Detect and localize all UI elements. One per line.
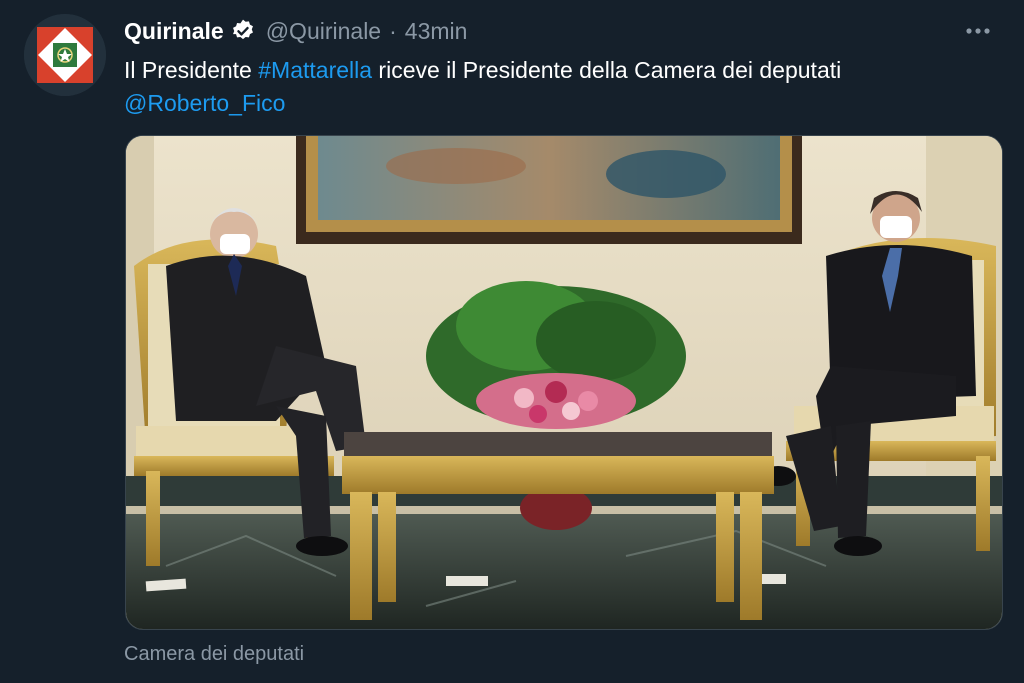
media-caption[interactable]: Camera dei deputati <box>124 643 304 666</box>
display-name[interactable]: Quirinale <box>124 18 224 45</box>
tweet-timestamp[interactable]: 43min <box>405 18 468 45</box>
tweet-photo[interactable] <box>125 135 1003 630</box>
mention-link[interactable]: @Roberto_Fico <box>124 90 285 116</box>
tweet-header: Quirinale @Quirinale · 43min <box>124 15 1004 47</box>
tweet-text-part: Il Presidente <box>124 57 259 83</box>
avatar[interactable] <box>24 14 106 96</box>
separator-dot: · <box>389 17 397 44</box>
photo-illustration <box>126 136 1002 629</box>
verified-badge-icon <box>230 18 256 44</box>
quirinale-emblem-icon <box>24 14 106 96</box>
more-options-button[interactable] <box>960 15 996 47</box>
tweet-text-part: riceve il Presidente della Camera dei de… <box>372 57 842 83</box>
tweet-text: Il Presidente #Mattarella riceve il Pres… <box>124 54 1004 120</box>
user-handle[interactable]: @Quirinale <box>266 18 381 45</box>
hashtag-link[interactable]: #Mattarella <box>258 57 372 83</box>
more-dots-icon <box>966 28 990 34</box>
